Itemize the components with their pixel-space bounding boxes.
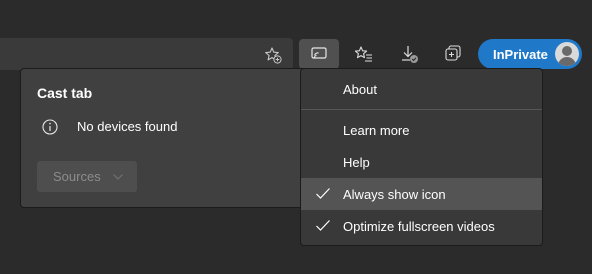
menu-item-help[interactable]: Help <box>301 146 542 178</box>
menu-item-label: Learn more <box>343 122 410 138</box>
menu-item-label: Help <box>343 154 370 170</box>
chevron-down-icon <box>112 173 124 181</box>
panel-title: Cast tab <box>37 85 93 101</box>
menu-item-optimize-fullscreen[interactable]: Optimize fullscreen videos <box>301 210 542 242</box>
cast-button[interactable] <box>299 39 339 69</box>
menu-item-label: About <box>343 81 377 97</box>
collections-icon <box>443 44 463 64</box>
inprivate-label: InPrivate <box>493 46 548 62</box>
browser-toolbar: InPrivate <box>0 0 592 70</box>
download-icon <box>399 44 419 64</box>
status-text: No devices found <box>77 119 178 134</box>
sources-dropdown[interactable]: Sources <box>37 161 137 192</box>
menu-item-label: Optimize fullscreen videos <box>343 218 495 234</box>
info-icon <box>42 119 58 135</box>
downloads-button[interactable] <box>389 39 429 69</box>
menu-item-learn-more[interactable]: Learn more <box>301 114 542 146</box>
cast-context-menu: About Learn more Help Always show icon O… <box>300 68 543 246</box>
collections-button[interactable] <box>433 39 473 69</box>
favorites-list-icon <box>354 45 374 63</box>
menu-item-about[interactable]: About <box>301 73 542 105</box>
cast-icon <box>310 46 328 62</box>
sources-label: Sources <box>53 169 101 184</box>
avatar <box>555 42 579 66</box>
cast-tab-panel: Cast tab No devices found Sources <box>20 68 308 208</box>
address-bar[interactable] <box>0 38 293 70</box>
menu-item-label: Always show icon <box>343 186 446 202</box>
menu-item-always-show-icon[interactable]: Always show icon <box>301 178 542 210</box>
checkmark-icon <box>315 219 331 232</box>
menu-separator <box>301 109 542 110</box>
checkmark-icon <box>315 187 331 200</box>
favorites-button[interactable] <box>344 39 384 69</box>
star-plus-icon[interactable] <box>262 44 284 66</box>
inprivate-button[interactable]: InPrivate <box>478 39 582 69</box>
